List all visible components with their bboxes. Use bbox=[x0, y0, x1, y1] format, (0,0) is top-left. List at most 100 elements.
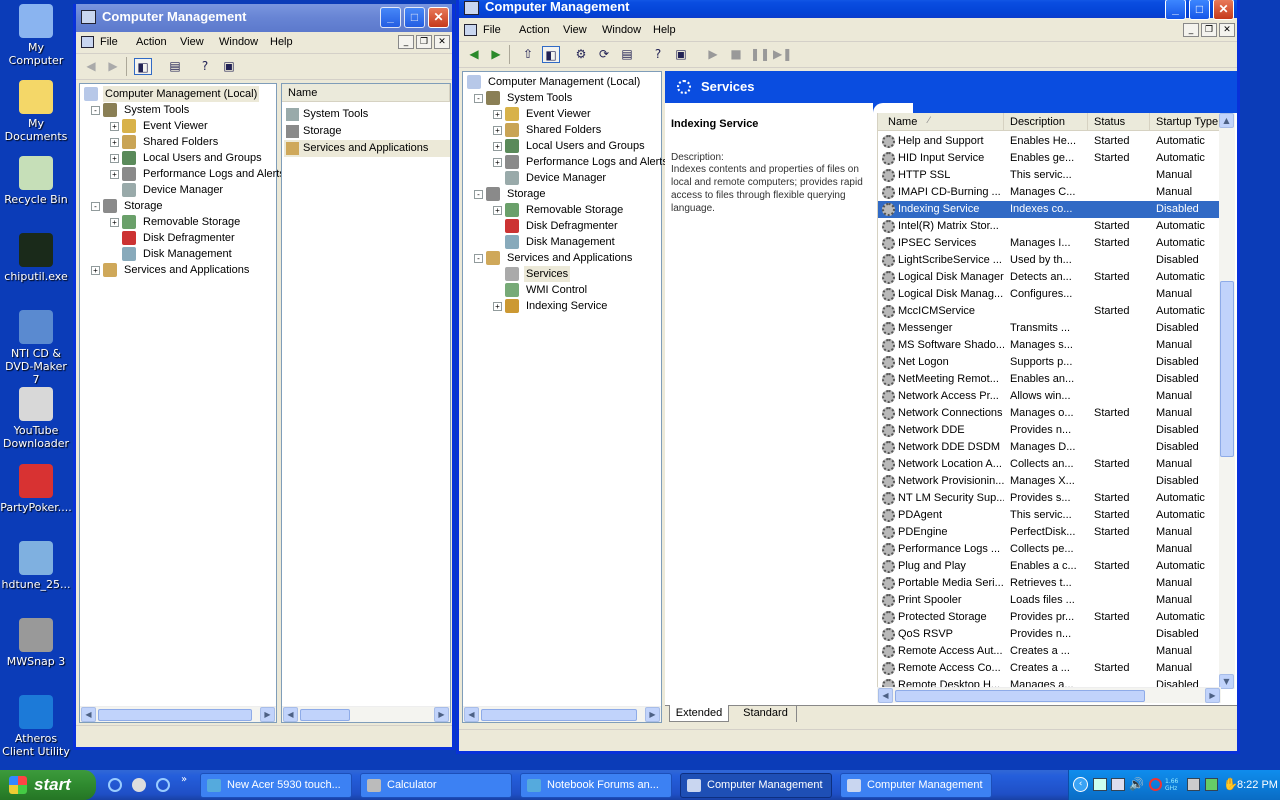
console-icon[interactable]: ▣ bbox=[220, 58, 238, 75]
tree-pane[interactable]: Computer Management (Local) - System Tools… bbox=[462, 71, 668, 723]
list-item[interactable]: Services and Applications bbox=[284, 140, 450, 157]
collapse-icon[interactable]: - bbox=[91, 202, 100, 211]
expand-icon[interactable]: + bbox=[493, 302, 502, 311]
desktop-icon[interactable]: My Documents bbox=[0, 80, 72, 143]
scroll-left-icon[interactable]: ◀ bbox=[878, 688, 893, 703]
scroll-up-icon[interactable]: ▲ bbox=[1219, 113, 1234, 128]
tree-node[interactable]: + Performance Logs and Alerts bbox=[463, 154, 668, 170]
hand-icon[interactable]: ✋ bbox=[1223, 777, 1238, 791]
start-service-icon[interactable]: ▶ bbox=[704, 46, 722, 63]
menu-file[interactable]: File bbox=[483, 24, 501, 36]
tab-standard[interactable]: Standard bbox=[735, 706, 797, 722]
tree-node[interactable]: + Event Viewer bbox=[463, 106, 661, 122]
forward-arrow-icon[interactable]: ▶ bbox=[104, 58, 122, 75]
service-row[interactable]: IMAPI CD-Burning ... Manages C... Manual bbox=[878, 184, 1220, 201]
services-horizontal-scrollbar[interactable]: ◀ ▶ bbox=[877, 687, 1221, 703]
volume-icon[interactable]: 🔊 bbox=[1129, 777, 1144, 791]
tree-horizontal-scrollbar[interactable]: ◀ ▶ bbox=[463, 706, 661, 722]
name-column-header[interactable]: Name bbox=[282, 84, 450, 102]
expand-icon[interactable]: + bbox=[493, 206, 502, 215]
tree-node[interactable]: - System Tools bbox=[80, 102, 276, 118]
tree-node[interactable]: Device Manager bbox=[463, 170, 661, 186]
service-row[interactable]: PDEngine PerfectDisk... Started Manual bbox=[878, 524, 1220, 541]
tray-expand-icon[interactable]: ‹ bbox=[1073, 777, 1088, 792]
tree-node[interactable]: + Shared Folders bbox=[463, 122, 661, 138]
minimize-button[interactable]: _ bbox=[1165, 0, 1186, 20]
tree-node[interactable]: Services bbox=[463, 266, 661, 282]
collapse-icon[interactable]: - bbox=[474, 254, 483, 263]
start-button[interactable]: start bbox=[0, 770, 96, 800]
tree-node[interactable]: Device Manager bbox=[80, 182, 276, 198]
column-header-name[interactable]: Name bbox=[878, 113, 1004, 131]
desktop-icon[interactable]: My Computer bbox=[0, 4, 72, 67]
desktop-icon[interactable]: hdtune_25... bbox=[0, 541, 72, 591]
tab-extended[interactable]: Extended bbox=[669, 705, 729, 722]
collapse-icon[interactable]: - bbox=[91, 106, 100, 115]
tree-node[interactable]: - Storage bbox=[80, 198, 276, 214]
security-icon[interactable] bbox=[1149, 778, 1162, 791]
scroll-right-icon[interactable]: ▶ bbox=[434, 707, 449, 722]
tree-node[interactable]: + Event Viewer bbox=[80, 118, 276, 134]
tree-node[interactable]: + Services and Applications bbox=[80, 262, 276, 278]
tree-node[interactable]: Computer Management (Local) bbox=[80, 86, 276, 102]
collapse-icon[interactable]: - bbox=[474, 94, 483, 103]
menu-window[interactable]: Window bbox=[602, 24, 641, 36]
tree-node[interactable]: - Storage bbox=[463, 186, 661, 202]
expand-icon[interactable]: + bbox=[110, 154, 119, 163]
minimize-button[interactable]: _ bbox=[380, 7, 401, 28]
service-row[interactable]: Remote Access Aut... Creates a ... Manual bbox=[878, 643, 1220, 660]
tree-node[interactable]: Disk Management bbox=[80, 246, 276, 262]
services-pane[interactable]: Services Indexing Service Description: I… bbox=[665, 71, 1237, 723]
maximize-button[interactable]: □ bbox=[404, 7, 425, 28]
scroll-left-icon[interactable]: ◀ bbox=[464, 707, 479, 722]
list-horizontal-scrollbar[interactable]: ◀ ▶ bbox=[282, 706, 450, 722]
mdi-restore-icon[interactable]: ❐ bbox=[416, 35, 432, 49]
expand-icon[interactable]: + bbox=[110, 170, 119, 179]
service-row[interactable]: Logical Disk Manag... Configures... Manual bbox=[878, 286, 1220, 303]
column-header-description[interactable]: Description bbox=[1004, 113, 1088, 131]
maximize-button[interactable]: □ bbox=[1189, 0, 1210, 20]
menu-help[interactable]: Help bbox=[653, 24, 676, 36]
pause-service-icon[interactable]: ❚❚ bbox=[750, 46, 770, 63]
scroll-thumb[interactable] bbox=[895, 690, 1145, 702]
mdi-restore-icon[interactable]: ❐ bbox=[1201, 23, 1217, 37]
service-row[interactable]: IPSEC Services Manages I... Started Automat… bbox=[878, 235, 1220, 252]
service-row[interactable]: MccICMService Started Automatic bbox=[878, 303, 1220, 320]
desktop-icon[interactable]: chiputil.exe bbox=[0, 233, 72, 283]
help-icon[interactable]: ? bbox=[649, 46, 667, 63]
expand-icon[interactable]: + bbox=[91, 266, 100, 275]
export-list-icon[interactable]: ▤ bbox=[618, 46, 636, 63]
scroll-right-icon[interactable]: ▶ bbox=[645, 707, 660, 722]
quick-launch-ie-icon[interactable] bbox=[108, 778, 122, 792]
scroll-left-icon[interactable]: ◀ bbox=[81, 707, 96, 722]
close-button[interactable]: ✕ bbox=[428, 7, 449, 28]
forward-arrow-icon[interactable]: ▶ bbox=[487, 46, 505, 63]
desktop-icon[interactable]: YouTube Downloader bbox=[0, 387, 72, 450]
taskbar-button[interactable]: Notebook Forums an... bbox=[520, 773, 672, 798]
service-row[interactable]: Network DDE Provides n... Disabled bbox=[878, 422, 1220, 439]
service-row[interactable]: QoS RSVP Provides n... Disabled bbox=[878, 626, 1220, 643]
service-row[interactable]: Network Access Pr... Allows win... Manual bbox=[878, 388, 1220, 405]
mdi-close-icon[interactable]: ✕ bbox=[434, 35, 450, 49]
service-row[interactable]: Performance Logs ... Collects pe... Manual bbox=[878, 541, 1220, 558]
tree-node[interactable]: + Performance Logs and Alerts bbox=[80, 166, 285, 182]
service-row[interactable]: NetMeeting Remot... Enables an... Disabled bbox=[878, 371, 1220, 388]
scroll-thumb[interactable] bbox=[98, 709, 252, 721]
menu-action[interactable]: Action bbox=[519, 24, 550, 36]
column-header-status[interactable]: Status bbox=[1088, 113, 1150, 131]
close-button[interactable]: ✕ bbox=[1213, 0, 1234, 20]
service-row[interactable]: Network Provisionin... Manages X... Disabl… bbox=[878, 473, 1220, 490]
service-row[interactable]: Intel(R) Matrix Stor... Started Automatic bbox=[878, 218, 1220, 235]
quick-launch-browser-icon[interactable] bbox=[156, 778, 170, 792]
back-arrow-icon[interactable]: ◀ bbox=[82, 58, 100, 75]
tree-node[interactable]: + Indexing Service bbox=[463, 298, 661, 314]
tree-node[interactable]: + Removable Storage bbox=[463, 202, 661, 218]
service-row[interactable]: Portable Media Seri... Retrieves t... Manu… bbox=[878, 575, 1220, 592]
list-pane[interactable]: Name System Tools Storage Services and App… bbox=[281, 83, 451, 723]
export-list-icon[interactable]: ▤ bbox=[166, 58, 184, 75]
service-row[interactable]: LightScribeService ... Used by th... Disab… bbox=[878, 252, 1220, 269]
monitor-icon[interactable] bbox=[1111, 778, 1125, 791]
up-folder-icon[interactable]: ⇧ bbox=[519, 46, 537, 63]
help-icon[interactable]: ? bbox=[196, 58, 214, 75]
service-row[interactable]: Print Spooler Loads files ... Manual bbox=[878, 592, 1220, 609]
